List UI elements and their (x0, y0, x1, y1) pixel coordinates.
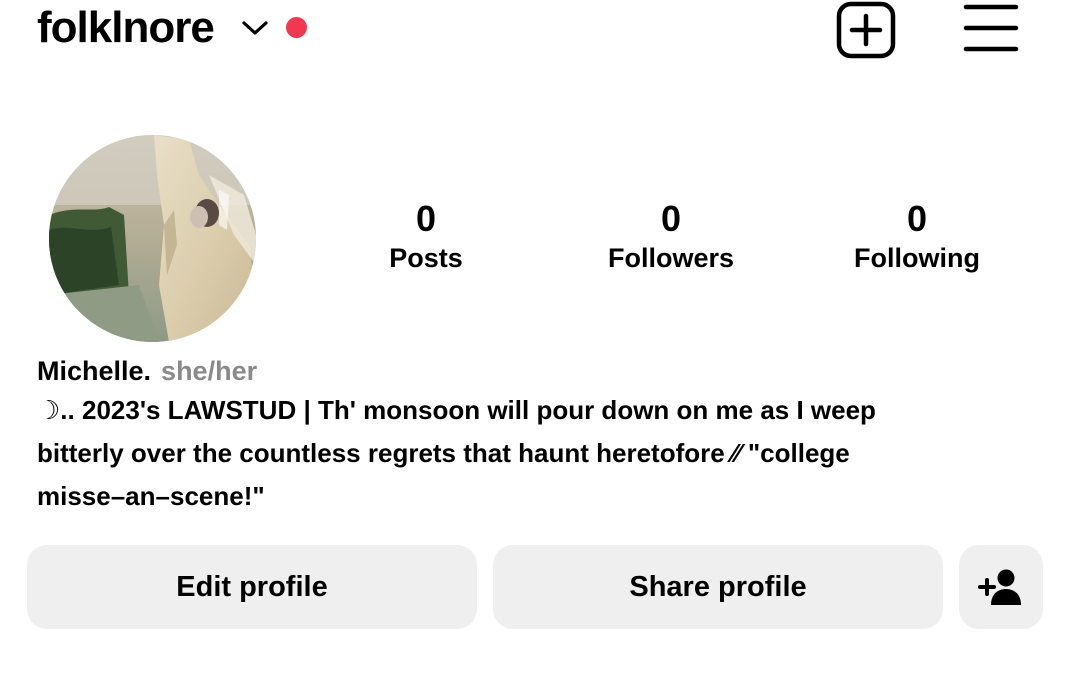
stat-posts[interactable]: 0 Posts (326, 196, 526, 276)
profile-page: folklnore 0 Posts 0 Followers 0 Followin… (0, 0, 1075, 676)
stat-following[interactable]: 0 Following (817, 196, 1017, 276)
username[interactable]: folklnore (37, 2, 215, 54)
name-line: Michelle. she/her (37, 352, 257, 390)
following-label: Following (854, 243, 980, 273)
followers-count: 0 (660, 198, 682, 239)
chevron-down-icon[interactable] (240, 17, 270, 39)
share-profile-button[interactable]: Share profile (493, 545, 943, 629)
avatar[interactable] (49, 135, 256, 342)
bio-line: misse–an–scene!" (37, 481, 265, 511)
followers-label: Followers (607, 243, 735, 273)
discover-people-button[interactable] (959, 545, 1043, 629)
plus-square-icon[interactable] (836, 1, 896, 59)
posts-label: Posts (389, 243, 463, 273)
bio-line: ☽.. 2023's LAWSTUD | Th' monsoon will po… (37, 395, 876, 425)
bio-line: bitterly over the countless regrets that… (37, 438, 850, 468)
notification-dot (286, 17, 307, 38)
display-name: Michelle. (37, 356, 152, 386)
add-person-icon (978, 569, 1021, 605)
posts-count: 0 (415, 198, 437, 239)
stat-followers[interactable]: 0 Followers (571, 196, 771, 276)
hamburger-menu-icon[interactable] (963, 3, 1019, 53)
bio: ☽.. 2023's LAWSTUD | Th' monsoon will po… (37, 389, 1037, 518)
pronouns: she/her (161, 356, 258, 386)
edit-profile-button[interactable]: Edit profile (27, 545, 477, 629)
following-count: 0 (906, 198, 928, 239)
